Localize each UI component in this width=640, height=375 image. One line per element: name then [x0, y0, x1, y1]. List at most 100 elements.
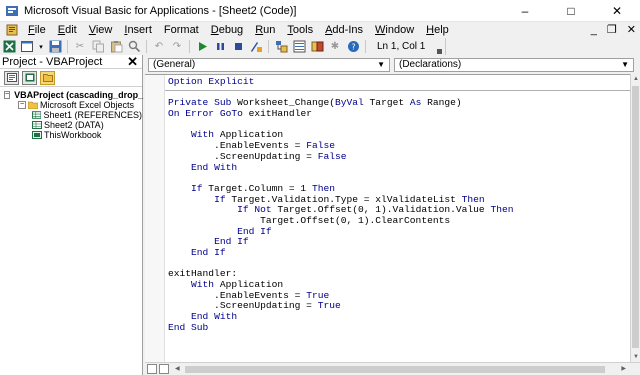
view-object-icon[interactable]: [22, 70, 37, 85]
procedure-dropdown[interactable]: (Declarations) ▼: [394, 57, 634, 72]
tree-node-label: VBAProject (cascading_drop_: [14, 90, 144, 100]
procedure-dropdown-value: (Declarations): [399, 59, 462, 70]
menu-help[interactable]: Help: [420, 22, 455, 38]
toggle-folders-icon[interactable]: [40, 70, 55, 85]
view-excel-icon[interactable]: [2, 40, 16, 54]
undo-icon[interactable]: ↶: [152, 40, 166, 54]
menu-view[interactable]: View: [83, 22, 119, 38]
toolbar-separator: [146, 40, 147, 53]
run-icon[interactable]: [195, 40, 209, 54]
minimize-button[interactable]: –: [502, 0, 548, 22]
menu-run[interactable]: Run: [249, 22, 281, 38]
full-module-view-button[interactable]: [159, 364, 169, 374]
project-explorer-title: Project - VBAProject: [2, 55, 103, 68]
horizontal-scroll-thumb[interactable]: [185, 366, 605, 373]
insert-userform-icon[interactable]: [20, 40, 34, 54]
help-icon[interactable]: ?: [346, 40, 360, 54]
mdi-restore-button[interactable]: ❐: [607, 22, 617, 38]
vba-app-icon: [6, 5, 18, 16]
code-line[interactable]: End With: [168, 311, 513, 323]
menu-window[interactable]: Window: [369, 22, 420, 38]
tree-node-vbaproject[interactable]: − VBAProject (cascading_drop_: [0, 90, 144, 100]
mdi-minimize-button[interactable]: _: [591, 22, 597, 38]
folder-icon: [28, 101, 38, 109]
toolbox-icon[interactable]: ✱: [328, 40, 342, 54]
menu-debug[interactable]: Debug: [205, 22, 249, 38]
object-browser-icon[interactable]: [310, 40, 324, 54]
menu-debug-label: ebug: [218, 24, 244, 36]
cursor-position: Ln 1, Col 1: [377, 41, 426, 52]
menu-tools-label: ools: [292, 24, 314, 36]
standard-toolbar: ▾ ✂ ↶ ↷ ✱ ? Ln 1, Col 1: [0, 38, 446, 55]
code-line[interactable]: On Error GoTo exitHandler: [168, 108, 513, 120]
design-mode-icon[interactable]: [249, 40, 263, 54]
menu-edit-label: dit: [65, 24, 77, 36]
tree-node-thisworkbook[interactable]: ThisWorkbook: [0, 130, 142, 140]
project-explorer-toolbar: [0, 69, 142, 87]
vertical-scroll-thumb[interactable]: [632, 86, 639, 348]
break-icon[interactable]: [213, 40, 227, 54]
code-line[interactable]: End Sub: [168, 322, 513, 334]
tree-node-label: ThisWorkbook: [44, 130, 102, 140]
object-dropdown[interactable]: (General) ▼: [148, 57, 390, 72]
menu-debug-accel: D: [210, 24, 219, 36]
reset-icon[interactable]: [231, 40, 245, 54]
properties-window-icon[interactable]: [292, 40, 306, 54]
view-code-icon[interactable]: [4, 70, 19, 85]
menu-run-accel: R: [255, 24, 264, 36]
scroll-up-icon[interactable]: ▲: [631, 74, 640, 84]
insert-dropdown-icon[interactable]: ▾: [38, 40, 44, 54]
scroll-down-icon[interactable]: ▼: [631, 352, 640, 362]
menu-tools[interactable]: Tools: [281, 22, 319, 38]
horizontal-scrollbar[interactable]: ◀ ▶: [173, 365, 628, 374]
collapse-toggle-icon[interactable]: −: [4, 91, 11, 99]
worksheet-icon: [32, 121, 42, 129]
menu-window-label: indow: [385, 24, 415, 36]
project-explorer-close-button[interactable]: ✕: [127, 54, 138, 70]
maximize-button[interactable]: □: [548, 0, 594, 22]
tree-node-sheet2[interactable]: Sheet2 (DATA): [0, 120, 142, 130]
copy-icon[interactable]: [91, 40, 105, 54]
worksheet-icon: [32, 111, 42, 119]
tree-node-excel-objects[interactable]: − Microsoft Excel Objects: [0, 100, 142, 110]
procedure-view-button[interactable]: [147, 364, 157, 374]
code-window-bottom-bar: ◀ ▶: [145, 362, 640, 375]
toolbar-separator: [365, 40, 366, 53]
redo-icon[interactable]: ↷: [170, 40, 184, 54]
vertical-scrollbar[interactable]: ▲ ▼: [630, 74, 640, 362]
menu-insert[interactable]: Insert: [118, 22, 158, 38]
cut-icon[interactable]: ✂: [73, 40, 87, 54]
code-text[interactable]: Option Explicit Private Sub Worksheet_Ch…: [168, 76, 513, 334]
window-title: Microsoft Visual Basic for Applications …: [24, 4, 297, 17]
menu-edit[interactable]: Edit: [52, 22, 83, 38]
scroll-left-icon[interactable]: ◀: [175, 365, 180, 374]
toolbar-options-grip[interactable]: [437, 49, 442, 54]
menu-bar: File Edit View Insert Format Debug Run T…: [0, 22, 640, 38]
scroll-right-icon[interactable]: ▶: [621, 365, 626, 374]
toolbar-separator: [268, 40, 269, 53]
code-editor[interactable]: Option Explicit Private Sub Worksheet_Ch…: [145, 74, 630, 363]
save-icon[interactable]: [48, 40, 62, 54]
tree-node-sheet1[interactable]: Sheet1 (REFERENCES): [0, 110, 142, 120]
find-icon[interactable]: [127, 40, 141, 54]
tree-node-label: Sheet2 (DATA): [44, 120, 104, 130]
menu-add-ins[interactable]: Add-Ins: [319, 22, 369, 38]
project-explorer: Project - VBAProject ✕ − VBAProject (cas…: [0, 54, 144, 375]
menu-format-label: Format: [163, 24, 199, 36]
code-window-icon[interactable]: [6, 24, 18, 36]
menu-view-accel: V: [88, 24, 96, 36]
margin-indicator-bar[interactable]: [145, 75, 165, 363]
project-explorer-icon[interactable]: [274, 40, 288, 54]
code-line[interactable]: End If: [168, 247, 513, 259]
close-button[interactable]: ✕: [594, 0, 640, 22]
menu-format[interactable]: Format: [158, 22, 205, 38]
paste-icon[interactable]: [109, 40, 123, 54]
menu-file-label: ile: [34, 24, 46, 36]
code-line[interactable]: End With: [168, 162, 513, 174]
mdi-close-button[interactable]: ✕: [627, 22, 636, 38]
chevron-down-icon: ▼: [377, 60, 385, 69]
menu-add-ins-label: dd-Ins: [332, 24, 363, 36]
code-line[interactable]: Option Explicit: [168, 76, 513, 88]
menu-file[interactable]: File: [22, 22, 52, 38]
collapse-toggle-icon[interactable]: −: [18, 101, 26, 109]
